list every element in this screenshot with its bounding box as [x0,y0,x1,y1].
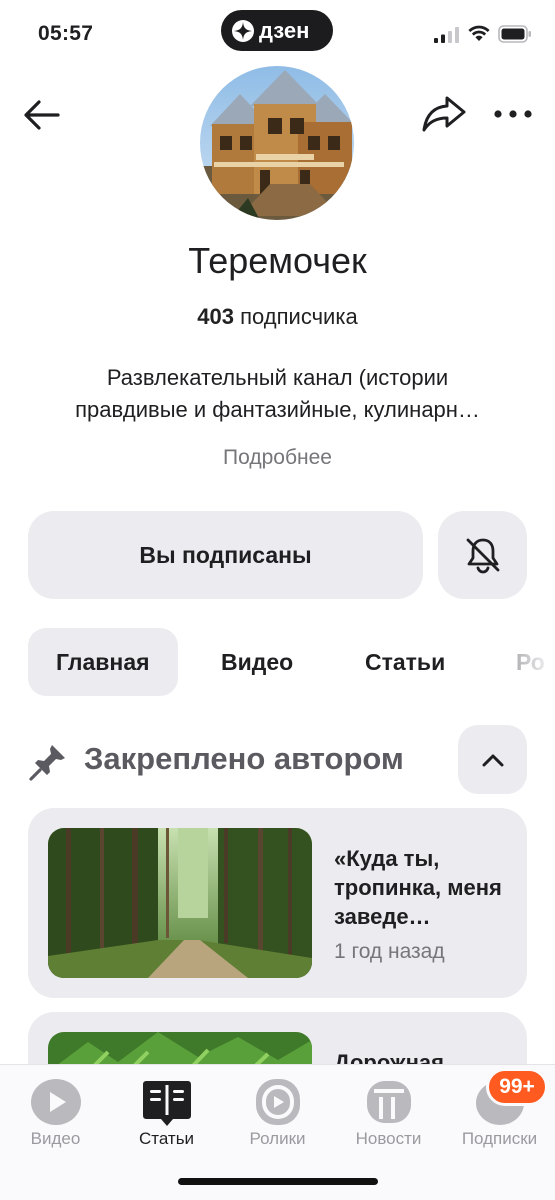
news-icon [366,1081,411,1123]
share-arrow-icon [422,96,466,132]
dzen-pill[interactable]: дзен [221,10,333,51]
video-icon [30,1079,81,1125]
forest-path-photo [48,828,312,978]
nav-news[interactable]: Новости [333,1065,444,1165]
chevron-up-icon [482,754,503,766]
battery-icon [498,25,531,43]
nav-shorts-label: Ролики [249,1129,306,1148]
subscriptions-badge: 99+ [486,1068,548,1106]
tab-video[interactable]: Видео [221,628,293,696]
back-button[interactable] [22,95,62,135]
home-indicator [178,1178,378,1185]
bell-off-icon [466,538,499,574]
wifi-icon [468,25,490,41]
channel-avatar[interactable] [200,66,354,220]
cellular-signal-icon [434,27,459,43]
dzen-pill-label: дзен [259,17,310,43]
channel-tabs: Главная Видео Статьи Ро [28,628,555,696]
channel-description: Развлекательный канал (истории правдивые… [30,362,525,426]
nav-articles[interactable]: Статьи [111,1065,222,1165]
pinned-article-time: 1 год назад [334,940,445,963]
pin-icon [29,745,65,781]
nav-video-label: Видео [30,1129,81,1148]
nav-subscriptions-label: Подписки [461,1129,538,1148]
channel-name: Теремочек [188,240,367,281]
nav-video[interactable]: Видео [0,1065,111,1165]
nav-shorts[interactable]: Ролики [222,1065,333,1165]
articles-icon [142,1081,191,1126]
dzen-star-icon [231,19,255,43]
nav-articles-label: Статьи [138,1129,195,1148]
subscribers-count: 403 подписчика [0,304,555,330]
subscribed-button[interactable]: Вы подписаны [28,511,423,599]
arrow-left-icon [24,100,60,130]
description-line-2: правдивые и фантазийные, кулинарн… [75,397,480,422]
pinned-article-card[interactable]: «Куда ты, тропинка, меня заведе… 1 год н… [28,808,527,998]
nav-news-label: Новости [355,1129,422,1148]
description-line-1: Развлекательный канал (истории [106,365,449,390]
pinned-article-title: «Куда ты, тропинка, меня заведе… [334,846,502,929]
ellipsis-icon [494,110,532,118]
notifications-toggle-button[interactable] [438,511,527,599]
status-time: 05:57 [38,22,94,45]
subscribers-label: подписчика [240,304,358,329]
more-options-button[interactable] [493,100,533,128]
wooden-house-photo [200,66,354,220]
tabs-fade [495,628,555,696]
share-button[interactable] [420,92,468,136]
tab-main[interactable]: Главная [28,628,178,696]
collapse-pinned-button[interactable] [458,725,527,794]
status-bar: 05:57 дзен [0,0,555,70]
shorts-icon [255,1079,300,1125]
tab-articles[interactable]: Статьи [365,628,445,696]
pinned-section-title: Закреплено автором [84,741,404,776]
subscribers-number: 403 [197,304,235,329]
more-details-link[interactable]: Подробнее [0,446,555,470]
